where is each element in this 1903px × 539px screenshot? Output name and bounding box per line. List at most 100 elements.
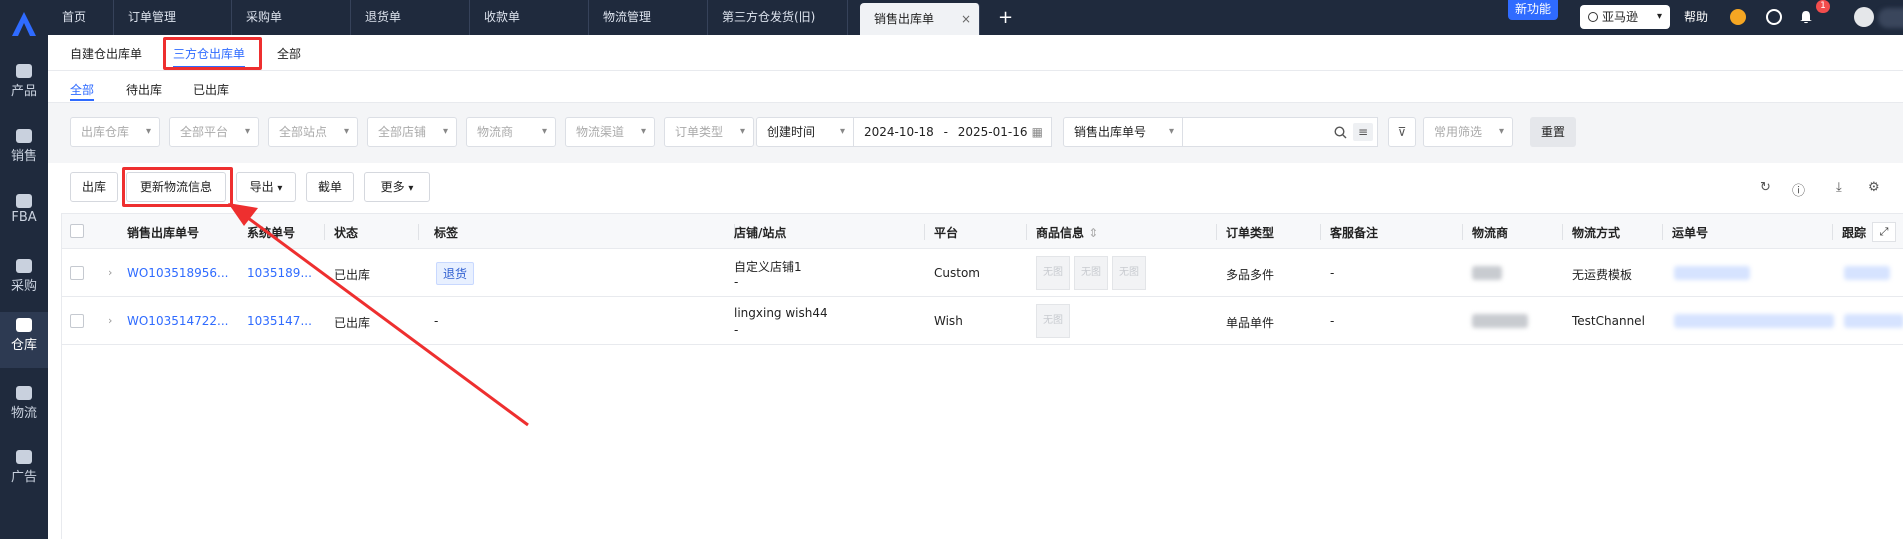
tracking-no-blurred[interactable]: [1674, 314, 1834, 328]
product-image-placeholder[interactable]: 无图: [1112, 256, 1146, 290]
date-type-select[interactable]: 创建时间 ▾: [756, 117, 854, 147]
order-type-select[interactable]: 订单类型 ▾: [664, 117, 754, 147]
subtab-third-party-warehouse[interactable]: 三方仓出库单: [173, 45, 246, 68]
search-type-select[interactable]: 销售出库单号 ▾: [1063, 117, 1183, 147]
tab-third-party-old[interactable]: 第三方仓发货(旧): [708, 0, 848, 35]
col-product-info[interactable]: 商品信息 ⇕: [1036, 224, 1098, 241]
table-row[interactable]: › WO103518956... 1035189... 已出库 退货 自定义店铺…: [62, 249, 1903, 297]
reset-button[interactable]: 重置: [1530, 117, 1576, 147]
help-circle-icon[interactable]: ⓘ: [1792, 180, 1805, 199]
channel-select[interactable]: 物流渠道 ▾: [565, 117, 655, 147]
status-tab-pending[interactable]: 待出库: [126, 81, 162, 98]
avatar[interactable]: [1854, 7, 1874, 27]
col-status: 状态: [334, 226, 359, 240]
bell-icon[interactable]: [1798, 9, 1814, 25]
tab-logistics[interactable]: 物流管理: [589, 0, 708, 35]
cut-order-button[interactable]: 截单: [306, 172, 354, 202]
tracking-blurred[interactable]: [1844, 314, 1903, 328]
order-no-link[interactable]: WO103514722...: [127, 314, 228, 328]
app-logo[interactable]: [8, 10, 40, 38]
chevron-down-icon: ▾: [839, 126, 845, 137]
nav-item-logistics[interactable]: 物流: [0, 380, 48, 436]
tab-home[interactable]: 首页: [48, 0, 114, 35]
calendar-icon: ▦: [1031, 125, 1043, 139]
tab-sales-outbound[interactable]: 销售出库单 ×: [860, 3, 980, 35]
status-tab-all[interactable]: 全部: [70, 81, 95, 101]
status-tab-shipped[interactable]: 已出库: [193, 81, 229, 98]
tracking-no-blurred[interactable]: [1674, 266, 1750, 280]
col-store-site: 店铺/站点: [734, 226, 787, 240]
nav-item-product[interactable]: 产品: [0, 58, 48, 114]
subtab-self-warehouse[interactable]: 自建仓出库单: [70, 45, 142, 62]
sort-icon: ⇕: [1088, 226, 1099, 240]
sales-icon: [16, 129, 32, 143]
sys-no-link[interactable]: 1035147...: [247, 314, 312, 328]
help-link[interactable]: 帮助: [1684, 0, 1708, 35]
tag-text: -: [434, 314, 439, 328]
platform-filter-select[interactable]: 全部平台 ▾: [169, 117, 259, 147]
download-icon[interactable]: [1766, 9, 1782, 25]
tab-purchase-orders[interactable]: 采购单: [232, 0, 351, 35]
date-range-picker[interactable]: 2024-10-18 - 2025-01-16 ▦: [854, 117, 1052, 147]
nav-item-fba[interactable]: FBA: [0, 188, 48, 244]
support-icon[interactable]: [1730, 9, 1746, 25]
site-name: -: [734, 275, 739, 289]
chevron-down-icon: ▾: [145, 126, 151, 137]
add-tab-icon[interactable]: +: [998, 0, 1013, 35]
subtab-all[interactable]: 全部: [277, 45, 301, 62]
common-filter-select[interactable]: 常用筛选 ▾: [1423, 117, 1513, 147]
search-icon[interactable]: [1334, 126, 1347, 139]
search-input[interactable]: ≡: [1183, 117, 1378, 147]
outbound-type-tabs: 自建仓出库单 三方仓出库单 全部: [48, 35, 1903, 71]
product-image-placeholder[interactable]: 无图: [1036, 256, 1070, 290]
row-checkbox[interactable]: [70, 266, 84, 280]
carrier-blurred: [1472, 266, 1502, 280]
advanced-filter-icon[interactable]: ⊽: [1388, 117, 1416, 147]
tracking-blurred[interactable]: [1844, 266, 1890, 280]
chevron-right-icon[interactable]: ›: [108, 266, 112, 279]
cart-icon: [16, 259, 32, 273]
table-row[interactable]: › WO103514722... 1035147... 已出库 - lingxi…: [62, 297, 1903, 345]
export-button[interactable]: 导出 ▾: [236, 172, 296, 202]
nav-item-warehouse[interactable]: 仓库: [0, 312, 48, 368]
chevron-down-icon: ▾: [277, 183, 283, 194]
col-tag: 标签: [434, 226, 459, 240]
tab-return-orders[interactable]: 退货单: [351, 0, 470, 35]
warehouse-select[interactable]: 出库仓库 ▾: [70, 117, 160, 147]
status-tabs: 全部 待出库 已出库: [48, 71, 1903, 103]
sys-no-link[interactable]: 1035189...: [247, 266, 312, 280]
nav-item-ads[interactable]: 广告: [0, 444, 48, 500]
site-select[interactable]: 全部站点 ▾: [268, 117, 358, 147]
select-all-checkbox[interactable]: [70, 224, 84, 238]
multi-line-icon[interactable]: ≡: [1353, 123, 1373, 141]
row-checkbox[interactable]: [70, 314, 84, 328]
update-logistics-button[interactable]: 更新物流信息: [126, 172, 226, 202]
col-tracking-no: 运单号: [1672, 226, 1709, 240]
download-icon[interactable]: ⤓: [1836, 180, 1842, 195]
order-no-link[interactable]: WO103518956...: [127, 266, 228, 280]
new-feature-button[interactable]: 新功能: [1508, 0, 1558, 20]
username-blurred[interactable]: [1878, 8, 1903, 28]
expand-icon[interactable]: ⤢: [1872, 222, 1896, 242]
warehouse-icon: [16, 318, 32, 332]
product-image-placeholder[interactable]: 无图: [1036, 304, 1070, 338]
fba-icon: [16, 194, 32, 208]
tab-orders[interactable]: 订单管理: [114, 0, 232, 35]
chevron-right-icon[interactable]: ›: [108, 314, 112, 327]
refresh-icon[interactable]: ↻: [1760, 180, 1771, 195]
nav-item-purchase[interactable]: 采购: [0, 253, 48, 309]
remark-text: -: [1330, 314, 1335, 328]
nav-item-sales[interactable]: 销售: [0, 123, 48, 179]
product-image-placeholder[interactable]: 无图: [1074, 256, 1108, 290]
close-icon[interactable]: ×: [961, 3, 971, 35]
settings-icon[interactable]: ⚙: [1868, 180, 1880, 195]
more-button[interactable]: 更多 ▾: [364, 172, 430, 202]
store-name: lingxing wish44: [734, 306, 828, 320]
chevron-down-icon: ▾: [1498, 126, 1504, 137]
store-select[interactable]: 全部店铺 ▾: [367, 117, 457, 147]
platform-select[interactable]: 亚马逊 ▾: [1580, 5, 1670, 29]
carrier-select[interactable]: 物流商 ▾: [466, 117, 556, 147]
tab-receipts[interactable]: 收款单: [470, 0, 589, 35]
col-platform: 平台: [934, 226, 959, 240]
outbound-button[interactable]: 出库: [70, 172, 118, 202]
